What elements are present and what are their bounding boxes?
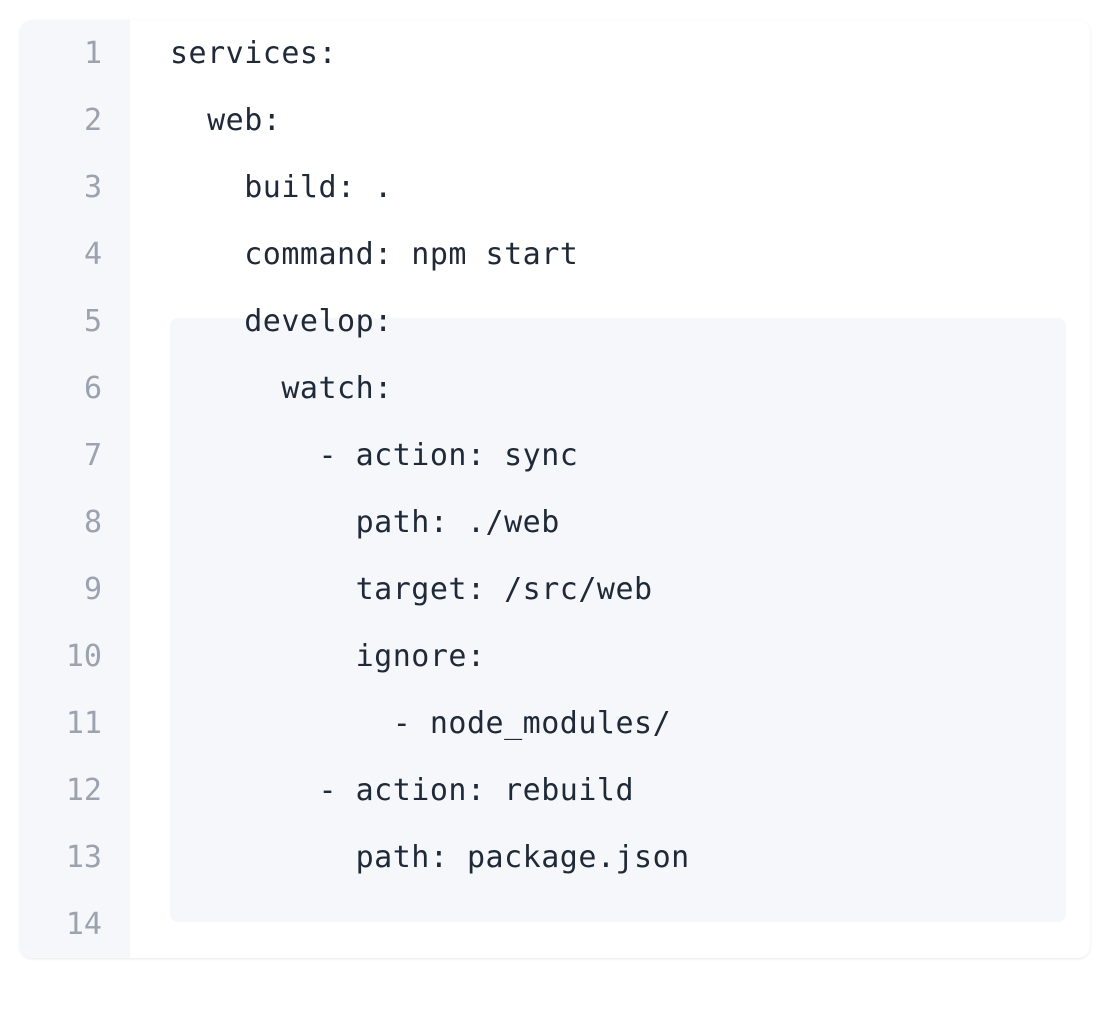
line-text[interactable]: - node_modules/	[130, 690, 1090, 757]
line-text[interactable]: web:	[130, 87, 1090, 154]
line-number: 3	[20, 154, 130, 221]
line-text[interactable]: ignore:	[130, 623, 1090, 690]
code-line: 9 target: /src/web	[20, 556, 1090, 623]
code-line: 13 path: package.json	[20, 824, 1090, 891]
line-number: 9	[20, 556, 130, 623]
line-number: 12	[20, 757, 130, 824]
line-text[interactable]: build: .	[130, 154, 1090, 221]
line-text[interactable]: command: npm start	[130, 221, 1090, 288]
line-number: 2	[20, 87, 130, 154]
code-line: 7 - action: sync	[20, 422, 1090, 489]
line-number: 6	[20, 355, 130, 422]
code-line: 14	[20, 891, 1090, 958]
line-text[interactable]: develop:	[130, 288, 1090, 355]
line-number: 8	[20, 489, 130, 556]
line-text[interactable]: services:	[130, 20, 1090, 87]
code-line: 6 watch:	[20, 355, 1090, 422]
code-line: 4 command: npm start	[20, 221, 1090, 288]
line-number: 5	[20, 288, 130, 355]
line-number: 11	[20, 690, 130, 757]
code-line: 8 path: ./web	[20, 489, 1090, 556]
line-number: 1	[20, 20, 130, 87]
code-line: 12 - action: rebuild	[20, 757, 1090, 824]
line-text[interactable]: path: ./web	[130, 489, 1090, 556]
line-text[interactable]: target: /src/web	[130, 556, 1090, 623]
code-line: 10 ignore:	[20, 623, 1090, 690]
line-text[interactable]: - action: sync	[130, 422, 1090, 489]
code-line: 3 build: .	[20, 154, 1090, 221]
line-number: 7	[20, 422, 130, 489]
code-line: 2 web:	[20, 87, 1090, 154]
code-line: 5 develop:	[20, 288, 1090, 355]
line-text[interactable]: path: package.json	[130, 824, 1090, 891]
line-number: 10	[20, 623, 130, 690]
line-number: 13	[20, 824, 130, 891]
line-text[interactable]	[130, 891, 1090, 958]
line-number: 14	[20, 891, 130, 958]
line-text[interactable]: watch:	[130, 355, 1090, 422]
line-number: 4	[20, 221, 130, 288]
line-text[interactable]: - action: rebuild	[130, 757, 1090, 824]
code-block: 1 services: 2 web: 3 build: . 4 command:…	[20, 20, 1090, 958]
code-line: 11 - node_modules/	[20, 690, 1090, 757]
code-line: 1 services:	[20, 20, 1090, 87]
